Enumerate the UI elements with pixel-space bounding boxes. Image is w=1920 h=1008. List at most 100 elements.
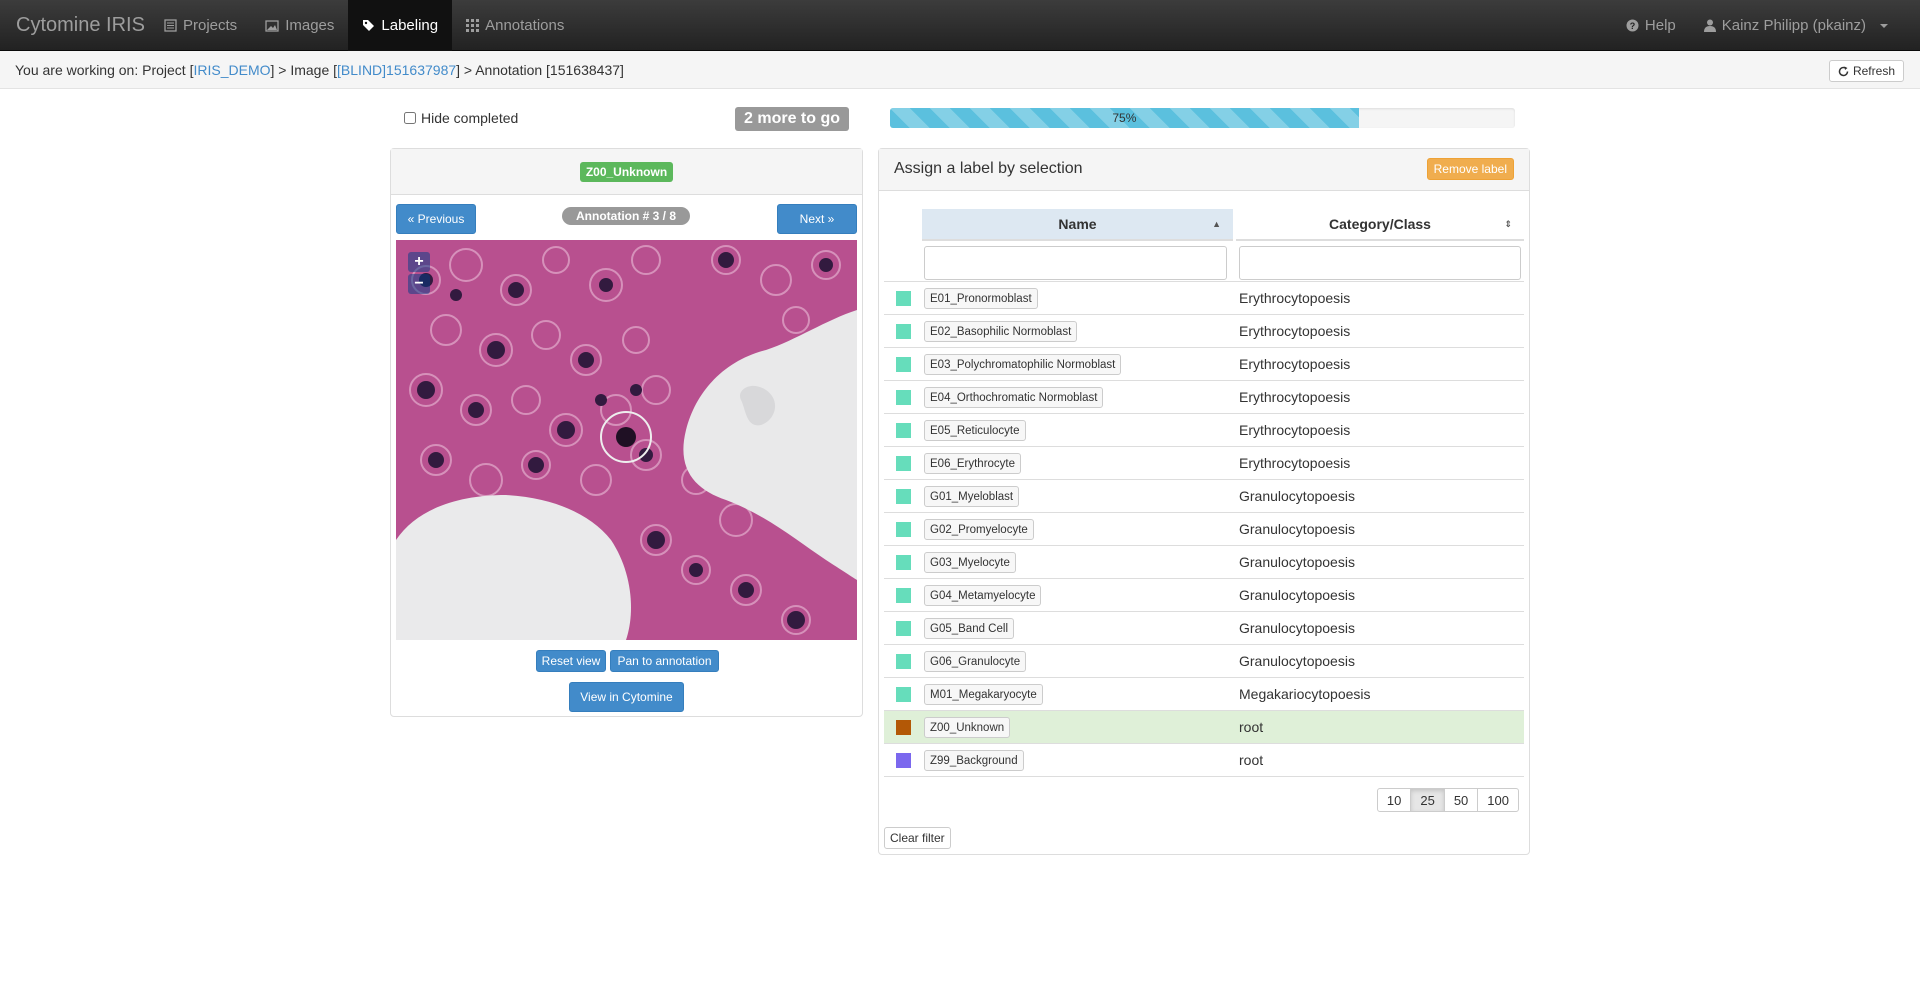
help-link[interactable]: ? Help (1612, 0, 1690, 51)
nav-images[interactable]: Images (251, 0, 348, 51)
table-row[interactable]: G01_Myeloblast Granulocytopoesis (884, 480, 1524, 513)
color-swatch (896, 654, 911, 669)
term-category: Megakariocytopoesis (1239, 686, 1371, 702)
help-label: Help (1644, 17, 1676, 34)
annotation-counter: Annotation # 3 / 8 (562, 207, 691, 225)
color-swatch (896, 390, 911, 405)
table-row[interactable]: Z00_Unknown root (884, 711, 1524, 744)
name-filter-input[interactable] (924, 246, 1227, 280)
nav-annotations[interactable]: Annotations (452, 0, 578, 51)
view-in-cytomine-button[interactable]: View in Cytomine (569, 682, 684, 712)
image-viewer[interactable]: + − (396, 240, 857, 640)
filter-row (884, 241, 1524, 282)
picture-icon (265, 19, 279, 32)
term-label[interactable]: E04_Orthochromatic Normoblast (924, 387, 1104, 408)
page-size-10[interactable]: 10 (1376, 788, 1412, 812)
term-label[interactable]: E01_Pronormoblast (924, 288, 1038, 309)
caret-down-icon (1880, 23, 1888, 28)
breadcrumb-bar: You are working on: Project [IRIS_DEMO] … (0, 51, 1920, 89)
table-row[interactable]: G06_Granulocyte Granulocytopoesis (884, 645, 1524, 678)
tag-icon (363, 20, 375, 31)
term-label[interactable]: E03_Polychromatophilic Normoblast (924, 354, 1122, 375)
term-label[interactable]: E02_Basophilic Normoblast (924, 321, 1078, 342)
current-label-badge: Z00_Unknown (579, 161, 674, 182)
annotation-panel: Z00_Unknown « Previous Annotation # 3 / … (390, 148, 863, 717)
table-row[interactable]: Z99_Background root (884, 744, 1524, 777)
clear-filter-button[interactable]: Clear filter (884, 827, 951, 849)
zoom-out-button[interactable]: − (408, 274, 430, 294)
progress-fill: 75% (890, 108, 1359, 128)
hide-completed-toggle[interactable]: Hide completed (404, 110, 518, 126)
user-name: Kainz Philipp (pkainz) (1721, 17, 1866, 34)
term-label[interactable]: M01_Megakaryocyte (924, 684, 1043, 705)
term-label[interactable]: E06_Erythrocyte (924, 453, 1022, 474)
table-row[interactable]: E06_Erythrocyte Erythrocytopoesis (884, 447, 1524, 480)
term-label[interactable]: Z99_Background (924, 750, 1024, 771)
user-menu[interactable]: Kainz Philipp (pkainz) (1690, 0, 1902, 51)
term-category: root (1239, 752, 1264, 768)
nav-labeling[interactable]: Labeling (348, 0, 453, 51)
category-filter-input[interactable] (1239, 246, 1521, 280)
table-row[interactable]: G03_Myelocyte Granulocytopoesis (884, 546, 1524, 579)
table-row[interactable]: G02_Promyelocyte Granulocytopoesis (884, 513, 1524, 546)
refresh-icon (1838, 66, 1849, 76)
term-label[interactable]: G03_Myelocyte (924, 552, 1016, 573)
label-panel-title: Assign a label by selection (894, 160, 1083, 177)
nav-projects[interactable]: Projects (150, 0, 251, 51)
color-swatch (896, 522, 911, 537)
breadcrumb-project-link[interactable]: IRIS_DEMO (193, 62, 270, 78)
hide-completed-checkbox[interactable] (404, 112, 416, 124)
table-row[interactable]: M01_Megakaryocyte Megakariocytopoesis (884, 678, 1524, 711)
term-label[interactable]: E05_Reticulocyte (924, 420, 1026, 441)
term-label[interactable]: G01_Myeloblast (924, 486, 1020, 507)
table-row[interactable]: E03_Polychromatophilic Normoblast Erythro… (884, 348, 1524, 381)
term-category: Granulocytopoesis (1239, 620, 1355, 636)
term-label[interactable]: G05_Band Cell (924, 618, 1014, 639)
term-label[interactable]: G02_Promyelocyte (924, 519, 1034, 540)
refresh-button[interactable]: Refresh (1828, 60, 1904, 82)
color-swatch (896, 291, 911, 306)
next-button[interactable]: Next » (777, 204, 857, 234)
column-header-category-label: Category/Class (1329, 216, 1431, 232)
column-header-name[interactable]: Name ▲ (922, 209, 1233, 241)
term-label[interactable]: G04_Metamyelocyte (924, 585, 1042, 606)
previous-button[interactable]: « Previous (396, 204, 476, 234)
zoom-in-button[interactable]: + (408, 252, 430, 272)
question-circle-icon: ? (1626, 19, 1639, 32)
remove-label-button[interactable]: Remove label (1426, 158, 1514, 180)
color-swatch (896, 324, 911, 339)
reset-view-button[interactable]: Reset view (536, 650, 606, 672)
color-swatch (896, 357, 911, 372)
brand[interactable]: Cytomine IRIS (16, 14, 145, 37)
color-swatch (896, 588, 911, 603)
table-row[interactable]: E05_Reticulocyte Erythrocytopoesis (884, 414, 1524, 447)
table-row[interactable]: G04_Metamyelocyte Granulocytopoesis (884, 579, 1524, 612)
nav-images-label: Images (285, 17, 335, 34)
hide-completed-label: Hide completed (421, 110, 519, 126)
table-body: E01_Pronormoblast Erythrocytopoesis E02_Ba… (884, 282, 1524, 777)
term-label[interactable]: Z00_Unknown (924, 717, 1011, 738)
page-size-50[interactable]: 50 (1443, 788, 1479, 812)
grid-icon (466, 19, 480, 32)
term-category: Granulocytopoesis (1239, 554, 1355, 570)
term-category: root (1239, 719, 1264, 735)
color-swatch (896, 489, 911, 504)
table-row[interactable]: E04_Orthochromatic Normoblast Erythrocyto… (884, 381, 1524, 414)
column-header-category[interactable]: Category/Class ⇕ (1236, 209, 1524, 241)
page-size-100[interactable]: 100 (1477, 788, 1519, 812)
term-category: Granulocytopoesis (1239, 488, 1355, 504)
progress-bar: 75% (890, 108, 1515, 128)
label-table: Name ▲ Category/Class ⇕ E01_Pronormoblas… (884, 209, 1524, 777)
table-row[interactable]: G05_Band Cell Granulocytopoesis (884, 612, 1524, 645)
pan-to-annotation-button[interactable]: Pan to annotation (610, 650, 719, 672)
breadcrumb-image-link[interactable]: [BLIND]151637987 (337, 62, 456, 78)
table-row[interactable]: E02_Basophilic Normoblast Erythrocytopoes… (884, 315, 1524, 348)
color-swatch (896, 555, 911, 570)
table-row[interactable]: E01_Pronormoblast Erythrocytopoesis (884, 282, 1524, 315)
sort-both-icon: ⇕ (1504, 218, 1512, 229)
navbar: Cytomine IRIS Projects Images Labeling A… (0, 0, 1920, 51)
svg-text:?: ? (1630, 21, 1636, 31)
page-size-25[interactable]: 25 (1410, 788, 1445, 812)
term-label[interactable]: G06_Granulocyte (924, 651, 1027, 672)
breadcrumb-mid-1: ] > Image [ (270, 62, 338, 78)
